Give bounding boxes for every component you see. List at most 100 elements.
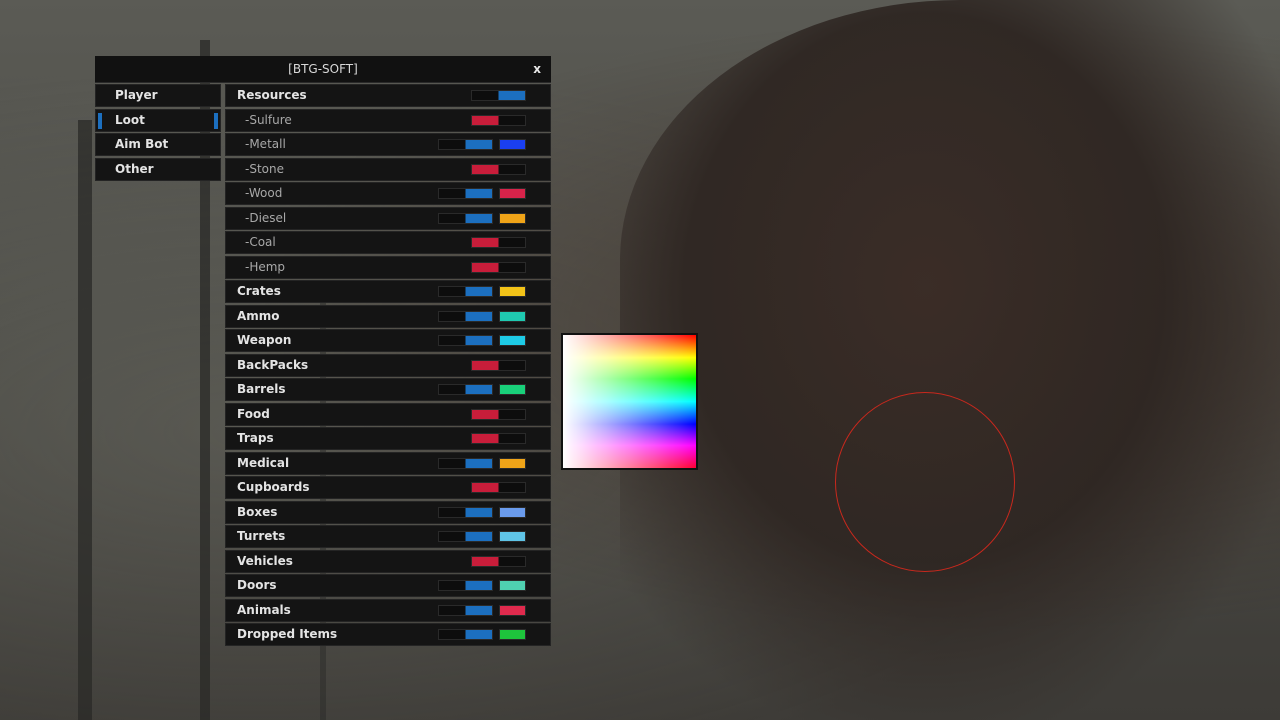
loot-label: Crates xyxy=(237,284,281,298)
loot-row-sulfure[interactable]: -Sulfure xyxy=(225,108,551,132)
loot-label: -Diesel xyxy=(245,210,287,225)
tab-other[interactable]: Other xyxy=(95,157,221,181)
loot-row-boxes[interactable]: Boxes xyxy=(225,500,551,524)
loot-row-animals[interactable]: Animals xyxy=(225,598,551,622)
color-swatch[interactable] xyxy=(499,188,526,199)
color-swatch[interactable] xyxy=(499,212,526,224)
toggle-switch[interactable] xyxy=(471,482,526,493)
loot-label: Doors xyxy=(237,578,277,592)
tab-loot[interactable]: Loot xyxy=(95,108,221,132)
toggle-switch[interactable] xyxy=(438,384,493,395)
loot-row-cupboards[interactable]: Cupboards xyxy=(225,476,551,499)
loot-label: Turrets xyxy=(237,529,286,543)
loot-label: Barrels xyxy=(237,382,286,396)
toggle-switch[interactable] xyxy=(471,163,526,175)
tree-trunk-left xyxy=(78,120,92,720)
loot-row-wood[interactable]: -Wood xyxy=(225,182,551,205)
color-swatch[interactable] xyxy=(499,310,526,322)
loot-row-hemp[interactable]: -Hemp xyxy=(225,255,551,279)
tab-label: Aim Bot xyxy=(115,137,169,151)
toggle-switch[interactable] xyxy=(471,555,526,567)
loot-label: -Wood xyxy=(245,186,283,200)
loot-label: Traps xyxy=(237,431,274,445)
loot-label: Vehicles xyxy=(237,553,293,568)
loot-row-crates[interactable]: Crates xyxy=(225,280,551,303)
loot-row-backpacks[interactable]: BackPacks xyxy=(225,353,551,377)
toggle-switch[interactable] xyxy=(438,629,493,640)
loot-row-barrels[interactable]: Barrels xyxy=(225,378,551,401)
color-swatch[interactable] xyxy=(499,139,526,150)
toggle-switch[interactable] xyxy=(438,188,493,199)
loot-label: Resources xyxy=(237,88,307,102)
loot-label: Cupboards xyxy=(237,480,310,494)
color-swatch[interactable] xyxy=(499,506,526,518)
aim-fov-circle xyxy=(835,392,1015,572)
loot-label: Food xyxy=(237,406,270,421)
loot-label: Animals xyxy=(237,602,291,617)
loot-row-vehicles[interactable]: Vehicles xyxy=(225,549,551,573)
toggle-switch[interactable] xyxy=(471,433,526,444)
toggle-switch[interactable] xyxy=(438,531,493,542)
loot-label: -Metall xyxy=(245,137,286,151)
window-title: [BTG-SOFT] xyxy=(288,62,358,76)
color-swatch[interactable] xyxy=(499,580,526,591)
tab-label: Player xyxy=(115,88,158,102)
color-swatch[interactable] xyxy=(499,286,526,297)
toggle-switch[interactable] xyxy=(438,457,493,469)
tab-label: Loot xyxy=(115,112,145,127)
toggle-switch[interactable] xyxy=(438,310,493,322)
loot-row-resources[interactable]: Resources xyxy=(225,84,551,107)
loot-row-stone[interactable]: -Stone xyxy=(225,157,551,181)
loot-label: Boxes xyxy=(237,504,278,519)
loot-label: -Hemp xyxy=(245,259,286,274)
color-picker[interactable] xyxy=(561,333,698,470)
toggle-switch[interactable] xyxy=(438,139,493,150)
tab-label: Other xyxy=(115,161,154,176)
color-swatch[interactable] xyxy=(499,629,526,640)
loot-row-doors[interactable]: Doors xyxy=(225,574,551,597)
loot-row-metall[interactable]: -Metall xyxy=(225,133,551,156)
toggle-switch[interactable] xyxy=(471,90,526,101)
color-swatch[interactable] xyxy=(499,604,526,616)
loot-label: Dropped Items xyxy=(237,627,338,641)
loot-label: Medical xyxy=(237,455,290,470)
color-swatch[interactable] xyxy=(499,457,526,469)
toggle-switch[interactable] xyxy=(471,359,526,371)
toggle-switch[interactable] xyxy=(438,286,493,297)
cheat-menu-window: [BTG-SOFT] x Player Loot Aim Bot Other Reso… xyxy=(95,56,551,646)
toggle-switch[interactable] xyxy=(438,580,493,591)
loot-label: -Coal xyxy=(245,235,276,249)
color-swatch[interactable] xyxy=(499,335,526,346)
toggle-switch[interactable] xyxy=(471,261,526,273)
loot-label: -Stone xyxy=(245,161,284,176)
toggle-switch[interactable] xyxy=(438,604,493,616)
color-swatch[interactable] xyxy=(499,384,526,395)
tab-player[interactable]: Player xyxy=(95,84,221,107)
toggle-switch[interactable] xyxy=(471,237,526,248)
toggle-switch[interactable] xyxy=(438,335,493,346)
water-tower xyxy=(620,0,1280,720)
loot-label: -Sulfure xyxy=(245,112,292,127)
loot-row-food[interactable]: Food xyxy=(225,402,551,426)
tab-aim-bot[interactable]: Aim Bot xyxy=(95,133,221,156)
loot-row-traps[interactable]: Traps xyxy=(225,427,551,450)
loot-row-ammo[interactable]: Ammo xyxy=(225,304,551,328)
loot-label: Weapon xyxy=(237,333,292,347)
loot-label: BackPacks xyxy=(237,357,309,372)
loot-row-medical[interactable]: Medical xyxy=(225,451,551,475)
close-button[interactable]: x xyxy=(533,56,541,82)
toggle-switch[interactable] xyxy=(438,506,493,518)
loot-row-weapon[interactable]: Weapon xyxy=(225,329,551,352)
toggle-switch[interactable] xyxy=(471,408,526,420)
toggle-switch[interactable] xyxy=(471,114,526,126)
loot-row-coal[interactable]: -Coal xyxy=(225,231,551,254)
loot-label: Ammo xyxy=(237,308,280,323)
tab-list: Player Loot Aim Bot Other xyxy=(95,84,221,182)
color-swatch[interactable] xyxy=(499,531,526,542)
loot-row-turrets[interactable]: Turrets xyxy=(225,525,551,548)
toggle-switch[interactable] xyxy=(438,212,493,224)
window-titlebar[interactable]: [BTG-SOFT] x xyxy=(95,56,551,83)
loot-row-diesel[interactable]: -Diesel xyxy=(225,206,551,230)
loot-row-dropped-items[interactable]: Dropped Items xyxy=(225,623,551,646)
loot-list: Resources -Sulfure -Metall -Stone -Wood -Dies… xyxy=(225,84,551,648)
